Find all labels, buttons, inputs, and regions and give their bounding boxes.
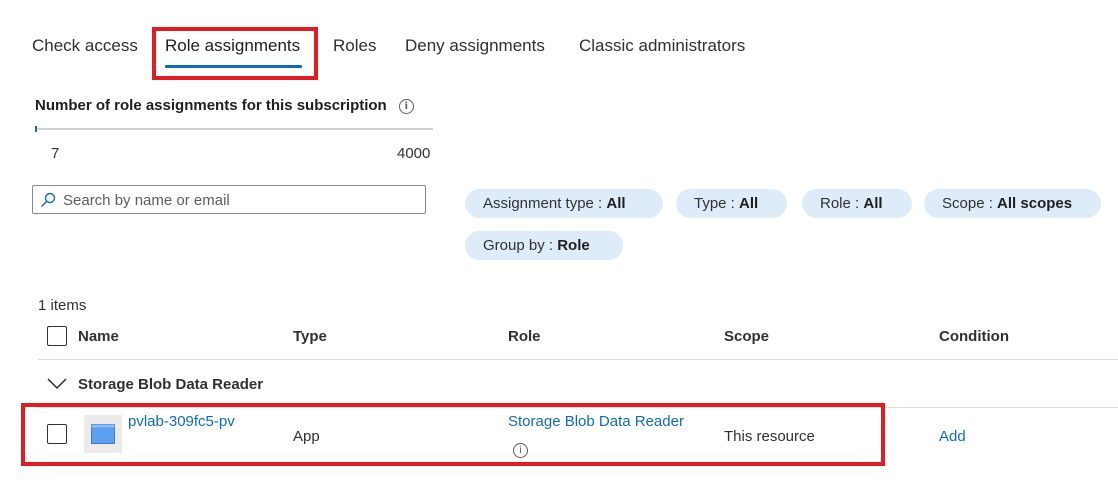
counter-max: 4000 bbox=[397, 145, 431, 162]
filter-value: All scopes bbox=[997, 195, 1073, 212]
filter-scope[interactable]: Scope : All scopes bbox=[924, 189, 1101, 218]
tab-check-access[interactable]: Check access bbox=[32, 36, 138, 56]
counter-current: 7 bbox=[51, 145, 60, 162]
role-assignment-count-title: Number of role assignments for this subs… bbox=[35, 97, 414, 114]
filter-value: Role bbox=[557, 237, 590, 254]
group-label: Storage Blob Data Reader bbox=[78, 376, 264, 393]
filter-role[interactable]: Role : All bbox=[802, 189, 912, 218]
search-input[interactable]: Search by name or email bbox=[32, 185, 426, 214]
column-header-type[interactable]: Type bbox=[293, 328, 327, 345]
counter-track bbox=[35, 128, 433, 130]
filter-value: All bbox=[739, 195, 759, 212]
item-count: 1 items bbox=[38, 297, 87, 314]
filter-group-by[interactable]: Group by : Role bbox=[465, 231, 623, 260]
filter-label: Role : bbox=[820, 195, 864, 212]
filter-label: Type : bbox=[694, 195, 740, 212]
column-header-role[interactable]: Role bbox=[508, 328, 541, 345]
filter-value: All bbox=[606, 195, 626, 212]
filter-type[interactable]: Type : All bbox=[676, 189, 787, 218]
filter-value: All bbox=[863, 195, 883, 212]
tab-deny-assignments[interactable]: Deny assignments bbox=[405, 36, 545, 56]
search-placeholder: Search by name or email bbox=[63, 192, 230, 209]
select-all-checkbox[interactable] bbox=[47, 326, 67, 346]
counter-title-text: Number of role assignments for this subs… bbox=[35, 97, 387, 114]
row-condition-add-link[interactable]: Add bbox=[939, 428, 966, 445]
counter-fill bbox=[35, 126, 37, 132]
column-header-name[interactable]: Name bbox=[78, 328, 119, 345]
filter-label: Group by : bbox=[483, 237, 558, 254]
info-icon[interactable]: i bbox=[398, 99, 414, 114]
highlight-box-row bbox=[21, 403, 885, 466]
column-header-condition[interactable]: Condition bbox=[939, 328, 1009, 345]
highlight-box-tab bbox=[152, 27, 318, 80]
filter-label: Assignment type : bbox=[483, 195, 607, 212]
header-divider bbox=[38, 359, 1118, 360]
column-header-scope[interactable]: Scope bbox=[724, 328, 769, 345]
tab-classic-administrators[interactable]: Classic administrators bbox=[579, 36, 745, 56]
filter-label: Scope : bbox=[942, 195, 998, 212]
filter-assignment-type[interactable]: Assignment type : All bbox=[465, 189, 663, 218]
chevron-down-icon bbox=[47, 378, 67, 390]
tab-roles[interactable]: Roles bbox=[333, 36, 376, 56]
search-icon bbox=[41, 192, 56, 207]
group-toggle[interactable] bbox=[47, 377, 67, 395]
